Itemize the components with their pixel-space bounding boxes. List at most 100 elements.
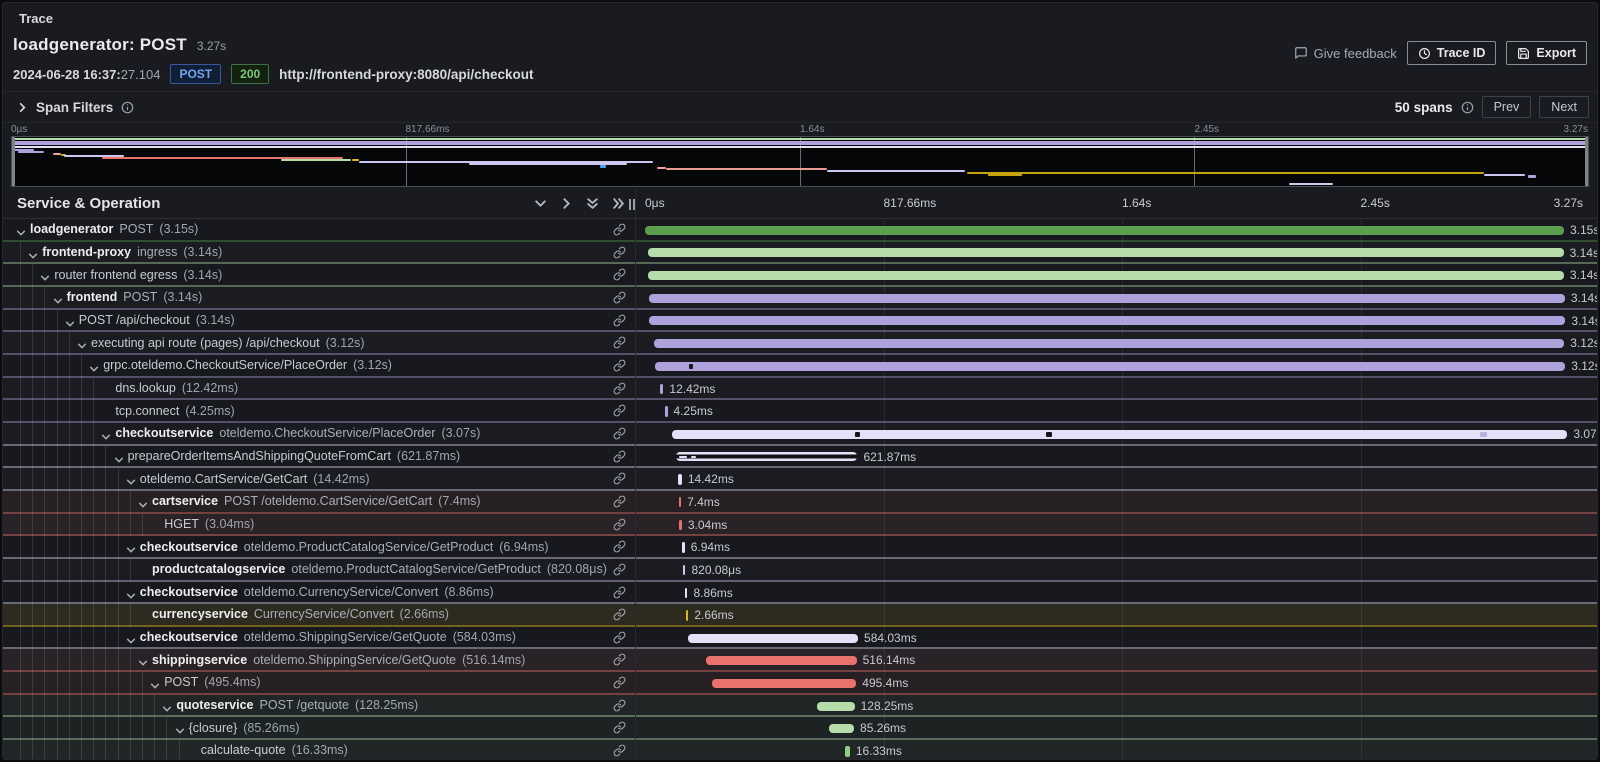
span-row[interactable]: checkoutserviceoteldemo.ProductCatalogSe… <box>3 536 1597 559</box>
span-bar-cell[interactable]: 3.12s <box>636 332 1597 355</box>
span-name-cell[interactable]: POST /api/checkout(3.14s) <box>3 310 636 333</box>
span-filters-label[interactable]: Span Filters <box>36 100 113 115</box>
span-bar[interactable] <box>679 497 682 508</box>
give-feedback-link[interactable]: Give feedback <box>1294 46 1397 61</box>
span-bar[interactable] <box>706 656 857 665</box>
span-row[interactable]: grpc.oteldemo.CheckoutService/PlaceOrder… <box>3 355 1597 378</box>
minimap-canvas[interactable] <box>11 136 1589 187</box>
span-row[interactable]: router frontend egress(3.14s)3.14s <box>3 264 1597 287</box>
next-span-button[interactable]: Next <box>1539 96 1589 118</box>
span-bar[interactable] <box>679 520 682 531</box>
span-bar-cell[interactable]: 3.15s <box>636 219 1597 242</box>
span-link-icon[interactable] <box>613 699 626 717</box>
chevron-down-icon[interactable] <box>89 361 99 378</box>
chevron-down-icon[interactable] <box>40 270 50 287</box>
span-bar-cell[interactable]: 584.03ms <box>636 627 1597 650</box>
span-link-icon[interactable] <box>613 382 626 400</box>
span-row[interactable]: executing api route (pages) /api/checkou… <box>3 332 1597 355</box>
chevron-down-icon[interactable] <box>126 588 136 605</box>
span-link-icon[interactable] <box>613 404 626 422</box>
span-bar[interactable] <box>685 588 688 599</box>
span-bar[interactable] <box>829 724 854 733</box>
span-name-cell[interactable]: router frontend egress(3.14s) <box>3 264 636 287</box>
span-name-cell[interactable]: checkoutserviceoteldemo.CurrencyService/… <box>3 582 636 605</box>
span-link-icon[interactable] <box>613 246 626 264</box>
span-name-cell[interactable]: quoteservicePOST /getquote(128.25ms) <box>3 695 636 718</box>
span-row[interactable]: calculate-quote(16.33ms)16.33ms <box>3 740 1597 760</box>
span-bar-cell[interactable]: 3.04ms <box>636 514 1597 537</box>
span-row[interactable]: quoteservicePOST /getquote(128.25ms)128.… <box>3 695 1597 718</box>
chevron-down-icon[interactable] <box>138 655 148 672</box>
span-name-cell[interactable]: shippingserviceoteldemo.ShippingService/… <box>3 649 636 672</box>
span-bar[interactable] <box>649 294 1565 303</box>
chevron-down-icon[interactable] <box>175 723 185 740</box>
export-button[interactable]: Export <box>1506 41 1587 65</box>
span-link-icon[interactable] <box>613 450 626 468</box>
span-bar[interactable] <box>645 226 1564 235</box>
span-link-icon[interactable] <box>613 427 626 445</box>
span-link-icon[interactable] <box>613 563 626 581</box>
chevron-down-icon[interactable] <box>65 316 75 333</box>
span-name-cell[interactable]: cartservicePOST /oteldemo.CartService/Ge… <box>3 491 636 514</box>
span-bar-cell[interactable]: 2.66ms <box>636 604 1597 627</box>
chevron-down-icon[interactable] <box>16 225 26 242</box>
span-name-cell[interactable]: checkoutserviceoteldemo.ShippingService/… <box>3 627 636 650</box>
span-name-cell[interactable]: currencyserviceCurrencyService/Convert(2… <box>3 604 636 627</box>
span-bar[interactable] <box>845 746 850 757</box>
span-bar[interactable] <box>648 248 1564 257</box>
span-bar[interactable] <box>665 406 668 417</box>
span-bar-cell[interactable]: 7.4ms <box>636 491 1597 514</box>
span-name-cell[interactable]: frontendPOST(3.14s) <box>3 287 636 310</box>
span-link-icon[interactable] <box>613 336 626 354</box>
span-bar-cell[interactable]: 3.14s <box>636 242 1597 265</box>
chevron-down-icon[interactable] <box>126 633 136 650</box>
span-bar-cell[interactable]: 12.42ms <box>636 378 1597 401</box>
expand-one-icon[interactable] <box>560 197 573 210</box>
span-bar[interactable] <box>688 634 858 643</box>
span-name-cell[interactable]: tcp.connect(4.25ms) <box>3 400 636 423</box>
span-name-cell[interactable]: productcatalogserviceoteldemo.ProductCat… <box>3 559 636 582</box>
span-bar[interactable] <box>655 362 1565 371</box>
span-name-cell[interactable]: HGET(3.04ms) <box>3 514 636 537</box>
span-link-icon[interactable] <box>613 631 626 649</box>
span-bar[interactable] <box>686 610 689 621</box>
span-link-icon[interactable] <box>613 586 626 604</box>
span-bar[interactable] <box>676 452 857 461</box>
span-row[interactable]: prepareOrderItemsAndShippingQuoteFromCar… <box>3 446 1597 469</box>
span-bar-cell[interactable]: 6.94ms <box>636 536 1597 559</box>
span-bar[interactable] <box>817 702 854 711</box>
info-icon[interactable] <box>121 101 134 114</box>
span-link-icon[interactable] <box>613 653 626 671</box>
span-row[interactable]: POST(495.4ms)495.4ms <box>3 672 1597 695</box>
span-name-cell[interactable]: oteldemo.CartService/GetCart(14.42ms) <box>3 468 636 491</box>
chevron-down-icon[interactable] <box>77 338 87 355</box>
trace-minimap[interactable]: 0μs817.66ms1.64s2.45s3.27s <box>3 123 1597 189</box>
span-link-icon[interactable] <box>613 540 626 558</box>
span-bar-cell[interactable]: 516.14ms <box>636 649 1597 672</box>
span-bar-cell[interactable]: 3.07s <box>636 423 1597 446</box>
span-row[interactable]: currencyserviceCurrencyService/Convert(2… <box>3 604 1597 627</box>
span-link-icon[interactable] <box>613 744 626 760</box>
span-bar[interactable] <box>649 316 1565 325</box>
span-bar[interactable] <box>660 384 664 395</box>
span-bar[interactable] <box>683 565 686 576</box>
chevron-down-icon[interactable] <box>150 678 160 695</box>
collapse-one-icon[interactable] <box>534 197 547 210</box>
span-bar-cell[interactable]: 3.12s <box>636 355 1597 378</box>
collapse-all-icon[interactable] <box>586 197 599 210</box>
span-row[interactable]: frontend-proxyingress(3.14s)3.14s <box>3 242 1597 265</box>
span-bar-cell[interactable]: 495.4ms <box>636 672 1597 695</box>
span-row[interactable]: HGET(3.04ms)3.04ms <box>3 514 1597 537</box>
span-bar-cell[interactable]: 14.42ms <box>636 468 1597 491</box>
span-link-icon[interactable] <box>613 314 626 332</box>
span-bar[interactable] <box>672 430 1568 439</box>
span-name-cell[interactable]: checkoutserviceoteldemo.CheckoutService/… <box>3 423 636 446</box>
span-name-cell[interactable]: POST(495.4ms) <box>3 672 636 695</box>
chevron-down-icon[interactable] <box>162 701 172 718</box>
span-row[interactable]: checkoutserviceoteldemo.CurrencyService/… <box>3 582 1597 605</box>
span-row[interactable]: POST /api/checkout(3.14s)3.14s <box>3 310 1597 333</box>
span-bar[interactable] <box>654 339 1564 348</box>
span-name-cell[interactable]: executing api route (pages) /api/checkou… <box>3 332 636 355</box>
span-bar-cell[interactable]: 3.14s <box>636 287 1597 310</box>
span-name-cell[interactable]: {closure}(85.26ms) <box>3 717 636 740</box>
